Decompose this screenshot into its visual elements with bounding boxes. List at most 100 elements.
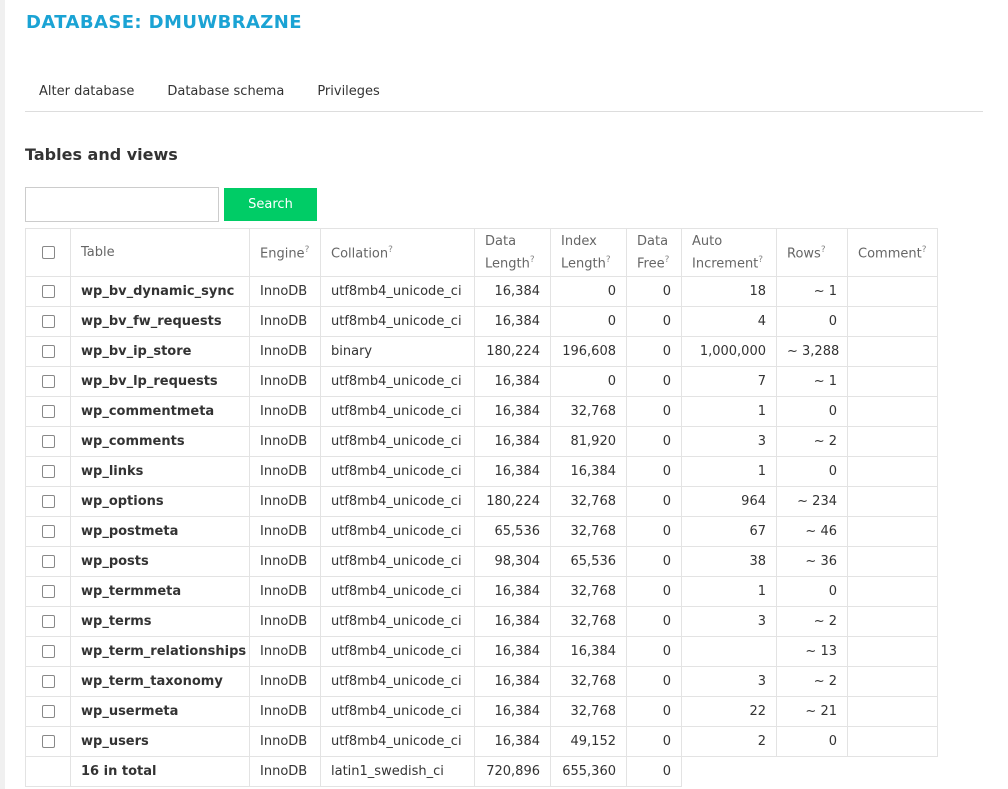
rows-cell: ~ 2 [776,666,848,697]
table-name-link[interactable]: wp_bv_ip_store [70,336,250,367]
row-checkbox[interactable] [41,525,55,538]
rows-cell: ~ 3,288 [776,336,848,367]
column-header-auto-increment[interactable]: Auto Increment? [681,228,777,277]
total-blank-cell [777,757,848,787]
section-title: Tables and views [25,145,178,164]
engine-cell: InnoDB [249,276,321,307]
auto-increment-cell: 7 [681,366,777,397]
tab-privileges[interactable]: Privileges [300,71,396,111]
column-header-rows[interactable]: Rows? [776,228,848,277]
row-checkbox[interactable] [41,675,55,688]
column-header-data-length[interactable]: Data Length? [474,228,551,277]
engine-cell: InnoDB [249,726,321,757]
column-header-data-free[interactable]: Data Free? [626,228,682,277]
table-name-link[interactable]: wp_options [70,486,250,517]
table-row: wp_terms InnoDB utf8mb4_unicode_ci 16,38… [25,606,938,637]
help-icon[interactable]: ? [922,245,927,255]
row-checkbox[interactable] [41,645,55,658]
index-length-cell: 32,768 [550,516,627,547]
comment-cell [847,696,938,727]
row-checkbox[interactable] [41,375,55,388]
comment-cell [847,456,938,487]
total-checkbox-cell [25,756,71,787]
index-length-cell: 32,768 [550,576,627,607]
table-name-link[interactable]: wp_termmeta [70,576,250,607]
column-header-collation[interactable]: Collation? [320,228,475,277]
row-checkbox[interactable] [41,555,55,568]
auto-increment-cell: 2 [681,726,777,757]
row-checkbox[interactable] [41,435,55,448]
row-checkbox[interactable] [41,615,55,628]
table-name-link[interactable]: wp_commentmeta [70,396,250,427]
table-name-link[interactable]: wp_bv_lp_requests [70,366,250,397]
collation-cell: utf8mb4_unicode_ci [320,546,475,577]
row-checkbox[interactable] [41,285,55,298]
table-row: wp_users InnoDB utf8mb4_unicode_ci 16,38… [25,726,938,757]
select-all-checkbox[interactable] [41,246,55,259]
table-name-link[interactable]: wp_posts [70,546,250,577]
help-icon[interactable]: ? [305,245,310,255]
help-icon[interactable]: ? [665,255,670,265]
column-header-label: Comment [858,246,922,262]
table-name-link[interactable]: wp_bv_dynamic_sync [70,276,250,307]
table-name-link[interactable]: wp_terms [70,606,250,637]
collation-cell: utf8mb4_unicode_ci [320,696,475,727]
data-length-cell: 180,224 [474,486,551,517]
table-name-link[interactable]: wp_bv_fw_requests [70,306,250,337]
row-checkbox[interactable] [41,405,55,418]
help-icon[interactable]: ? [530,255,535,265]
auto-increment-cell: 18 [681,276,777,307]
column-header-label: Rows [787,246,821,262]
table-name-link[interactable]: wp_term_relationships [70,636,250,667]
column-header-label: Free [637,256,665,272]
rows-cell: ~ 46 [776,516,848,547]
table-row: wp_bv_lp_requests InnoDB utf8mb4_unicode… [25,366,938,397]
tab-alter-database[interactable]: Alter database [25,71,150,111]
table-name-link[interactable]: wp_comments [70,426,250,457]
table-name-link[interactable]: wp_postmeta [70,516,250,547]
total-index-length-cell: 655,360 [550,756,627,787]
collation-cell: utf8mb4_unicode_ci [320,366,475,397]
data-free-cell: 0 [626,396,682,427]
table-name-link[interactable]: wp_links [70,456,250,487]
column-header-table[interactable]: Table [70,228,250,277]
row-checkbox[interactable] [41,345,55,358]
search-button[interactable]: Search [224,188,317,221]
data-length-cell: 16,384 [474,456,551,487]
total-engine-cell: InnoDB [249,756,321,787]
rows-cell: ~ 1 [776,366,848,397]
help-icon[interactable]: ? [821,245,826,255]
collation-cell: utf8mb4_unicode_ci [320,636,475,667]
table-name-link[interactable]: wp_usermeta [70,696,250,727]
row-checkbox[interactable] [41,735,55,748]
total-row: 16 in total InnoDB latin1_swedish_ci 720… [25,756,938,787]
row-checkbox[interactable] [41,495,55,508]
engine-cell: InnoDB [249,486,321,517]
collation-cell: utf8mb4_unicode_ci [320,306,475,337]
index-length-cell: 0 [550,276,627,307]
tab-database-schema[interactable]: Database schema [150,71,300,111]
row-checkbox[interactable] [41,705,55,718]
help-icon[interactable]: ? [388,245,393,255]
engine-cell: InnoDB [249,636,321,667]
help-icon[interactable]: ? [606,255,611,265]
rows-cell: 0 [776,306,848,337]
search-input[interactable] [25,187,219,222]
column-header-engine[interactable]: Engine? [249,228,321,277]
data-free-cell: 0 [626,546,682,577]
table-name-link[interactable]: wp_users [70,726,250,757]
data-free-cell: 0 [626,576,682,607]
rows-cell: ~ 36 [776,546,848,577]
row-checkbox[interactable] [41,315,55,328]
row-checkbox[interactable] [41,585,55,598]
column-header-label: Index [561,233,597,249]
column-header-comment[interactable]: Comment? [847,228,938,277]
help-icon[interactable]: ? [758,255,763,265]
data-free-cell: 0 [626,366,682,397]
data-free-cell: 0 [626,666,682,697]
table-name-link[interactable]: wp_term_taxonomy [70,666,250,697]
table-row: wp_comments InnoDB utf8mb4_unicode_ci 16… [25,426,938,457]
rows-cell: ~ 2 [776,426,848,457]
row-checkbox[interactable] [41,465,55,478]
column-header-index-length[interactable]: Index Length? [550,228,627,277]
